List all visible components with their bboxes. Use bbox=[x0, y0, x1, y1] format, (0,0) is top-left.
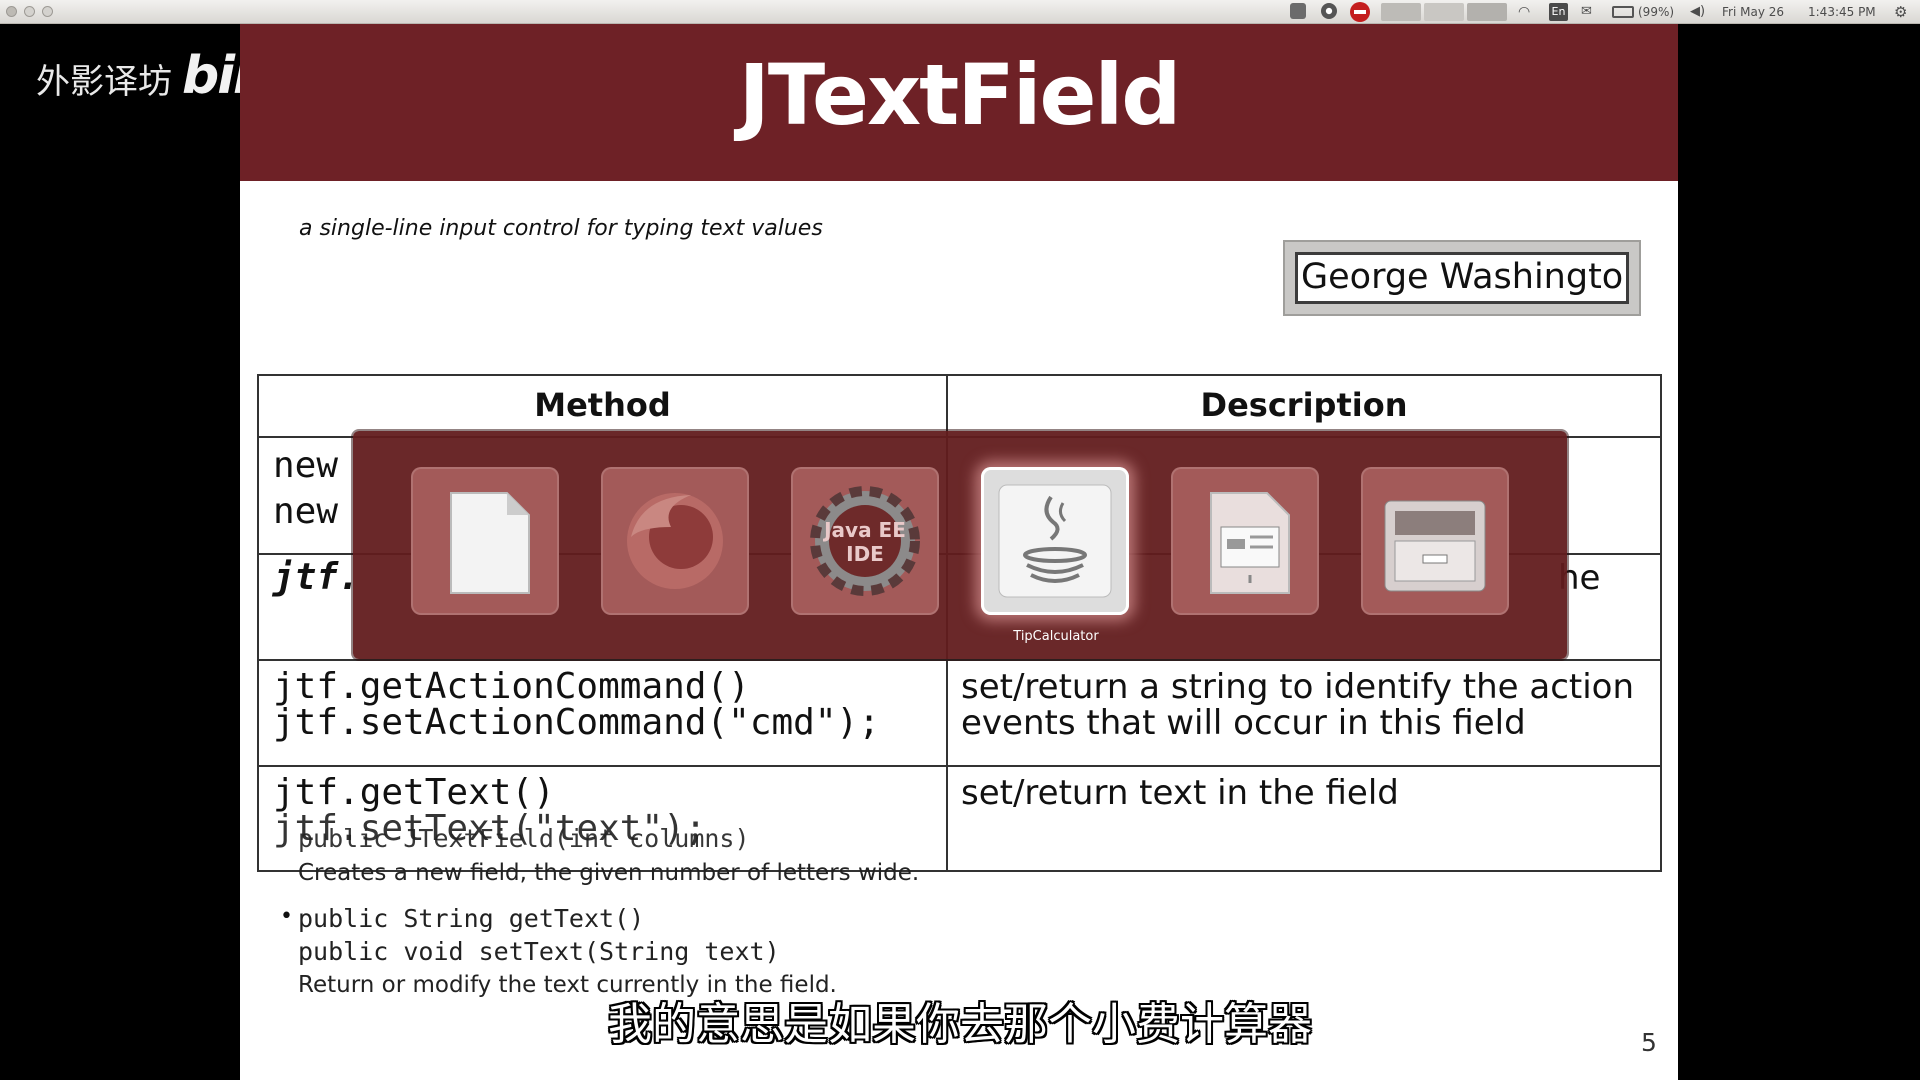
selected-app-label: TipCalculator bbox=[1013, 629, 1099, 644]
chrome-icon[interactable] bbox=[1321, 3, 1337, 19]
table-row: jtf.getActionCommand() jtf.setActionComm… bbox=[259, 661, 1660, 767]
window-thumb-1[interactable] bbox=[1381, 3, 1421, 21]
description-cell: set/return text in the field bbox=[948, 767, 1660, 872]
document-icon bbox=[450, 492, 530, 594]
description-cell: set/return a string to identify the acti… bbox=[948, 661, 1660, 765]
file-cabinet-icon bbox=[1384, 500, 1486, 592]
gear-icon: Java EE IDE bbox=[810, 486, 920, 596]
battery-icon[interactable] bbox=[1612, 6, 1634, 18]
svg-text:Java EE: Java EE bbox=[822, 518, 906, 542]
app-tipcalculator[interactable] bbox=[981, 467, 1129, 615]
bullet-line: public String getText() bbox=[298, 904, 645, 933]
method-line: jtf.setActionCommand("cmd"); bbox=[273, 702, 880, 743]
java-cup-icon bbox=[998, 484, 1112, 598]
method-cell: jtf.getActionCommand() jtf.setActionComm… bbox=[259, 661, 948, 765]
app-libreoffice-writer[interactable] bbox=[411, 467, 559, 615]
date-label[interactable]: Fri May 26 bbox=[1722, 4, 1784, 20]
description-header: Description bbox=[1200, 386, 1408, 424]
app-file-manager[interactable] bbox=[1361, 467, 1509, 615]
window-maximize-button[interactable] bbox=[42, 6, 53, 17]
ghost-constructor-description: Creates a new field, the given number of… bbox=[298, 860, 920, 886]
bullet-line: public void setText(String text) bbox=[298, 937, 780, 966]
settings-gear-icon[interactable]: ⚙ bbox=[1894, 4, 1907, 20]
watermark-text: 外影译坊 bbox=[36, 62, 172, 102]
window-minimize-button[interactable] bbox=[24, 6, 35, 17]
method-line: jtf.getActionCommand() bbox=[273, 666, 750, 707]
table-header-row: Method Description bbox=[259, 376, 1660, 438]
method-line: jtf.getText() bbox=[273, 772, 555, 813]
ghost-constructor-signature: public JTextField(int columns) bbox=[298, 824, 750, 853]
app-libreoffice-impress[interactable] bbox=[1171, 467, 1319, 615]
description-text: events that will occur in this field bbox=[961, 703, 1526, 743]
presentation-icon bbox=[1210, 492, 1290, 594]
bullet-dot: • bbox=[280, 904, 293, 929]
window-close-button[interactable] bbox=[6, 6, 17, 17]
title-band: JTextField bbox=[240, 24, 1678, 181]
firefox-icon bbox=[627, 493, 723, 589]
method-header: Method bbox=[259, 376, 948, 436]
svg-text:IDE: IDE bbox=[846, 542, 884, 566]
mail-icon[interactable]: ✉ bbox=[1581, 4, 1592, 20]
app-switcher: Java EE IDE TipCalculator bbox=[353, 431, 1567, 659]
battery-percent: (99%) bbox=[1638, 5, 1675, 19]
window-thumb-3[interactable] bbox=[1467, 3, 1507, 21]
method-line: jtf. bbox=[273, 557, 360, 598]
table-row: jtf.getText() jtf.setText("text"); set/r… bbox=[259, 767, 1660, 872]
system-top-panel: ◠ En ✉ (99%) ◀) Fri May 26 1:43:45 PM ⚙ bbox=[0, 0, 1920, 24]
app-java-ee-ide[interactable]: Java EE IDE bbox=[791, 467, 939, 615]
app-firefox[interactable] bbox=[601, 467, 749, 615]
keyboard-layout-indicator[interactable]: En bbox=[1549, 3, 1568, 21]
slide-subtitle: a single-line input control for typing t… bbox=[299, 216, 823, 241]
method-line: new bbox=[273, 445, 339, 486]
jtextfield-demo-input[interactable]: George Washington bbox=[1295, 252, 1629, 304]
record-icon[interactable] bbox=[1290, 3, 1306, 19]
window-thumb-2[interactable] bbox=[1424, 3, 1464, 21]
clock-label[interactable]: 1:43:45 PM bbox=[1808, 4, 1876, 20]
wifi-icon[interactable]: ◠ bbox=[1518, 4, 1530, 20]
description-text: set/return a string to identify the acti… bbox=[961, 667, 1635, 707]
description-text: set/return text in the field bbox=[961, 773, 1399, 813]
method-cell: jtf.getText() jtf.setText("text"); bbox=[259, 767, 948, 872]
volume-icon[interactable]: ◀) bbox=[1690, 4, 1705, 20]
method-line: new bbox=[273, 491, 339, 532]
jtextfield-demo-frame: George Washington bbox=[1283, 240, 1641, 316]
slide-title: JTextField bbox=[738, 46, 1182, 144]
stop-icon[interactable] bbox=[1350, 2, 1370, 22]
video-subtitle: 我的意思是如果你去那个小费计算器 bbox=[608, 999, 1312, 1050]
